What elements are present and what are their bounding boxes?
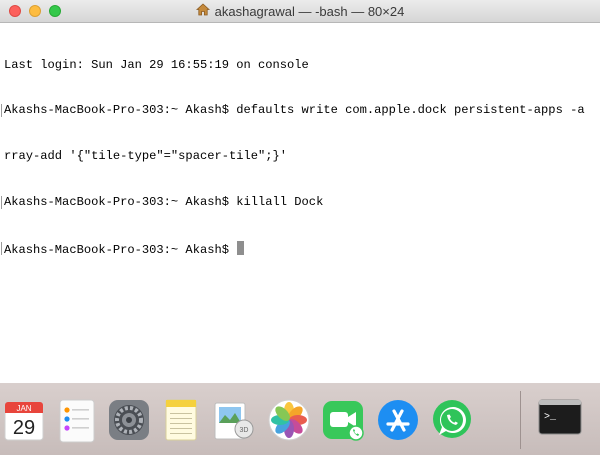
preview-zoom-label: 3D	[240, 427, 249, 434]
terminal-prompt: Akashs-MacBook-Pro-303:~ Akash$	[4, 243, 237, 258]
notes-icon[interactable]	[158, 397, 204, 443]
terminal-icon[interactable]: >_	[537, 395, 583, 441]
reminders-icon[interactable]	[54, 397, 100, 443]
whatsapp-icon[interactable]	[429, 397, 475, 443]
photos-icon[interactable]	[266, 397, 312, 443]
terminal-line: Akashs-MacBook-Pro-303:~ Akash$ killall …	[1, 195, 600, 210]
title-bar[interactable]: akashagrawal — -bash — 80×24	[0, 0, 600, 23]
terminal-line: Akashs-MacBook-Pro-303:~ Akash$ defaults…	[1, 103, 600, 118]
preview-icon[interactable]: 3D	[210, 397, 256, 443]
dock-separator	[520, 391, 521, 449]
dock: JAN 29 3D >_	[0, 383, 600, 455]
terminal-prompt-glyph: >_	[544, 412, 557, 423]
window-title-area: akashagrawal — -bash — 80×24	[0, 0, 600, 23]
terminal-prompt-line[interactable]: Akashs-MacBook-Pro-303:~ Akash$	[1, 241, 600, 258]
calendar-month: JAN	[16, 404, 31, 413]
app-store-icon[interactable]	[375, 397, 421, 443]
facetime-icon[interactable]	[320, 397, 366, 443]
window-title: akashagrawal — -bash — 80×24	[214, 4, 405, 19]
text-cursor	[237, 241, 245, 256]
calendar-icon[interactable]: JAN 29	[2, 397, 48, 443]
terminal-line: Last login: Sun Jan 29 16:55:19 on conso…	[4, 57, 309, 72]
terminal-output[interactable]: Last login: Sun Jan 29 16:55:19 on conso…	[1, 27, 600, 287]
home-icon	[195, 0, 210, 23]
terminal-line: rray-add '{"tile-type"="spacer-tile";}'	[4, 149, 288, 164]
calendar-day: 29	[13, 417, 35, 439]
terminal-window[interactable]: akashagrawal — -bash — 80×24 Last login:…	[0, 0, 600, 383]
system-preferences-icon[interactable]	[106, 397, 152, 443]
